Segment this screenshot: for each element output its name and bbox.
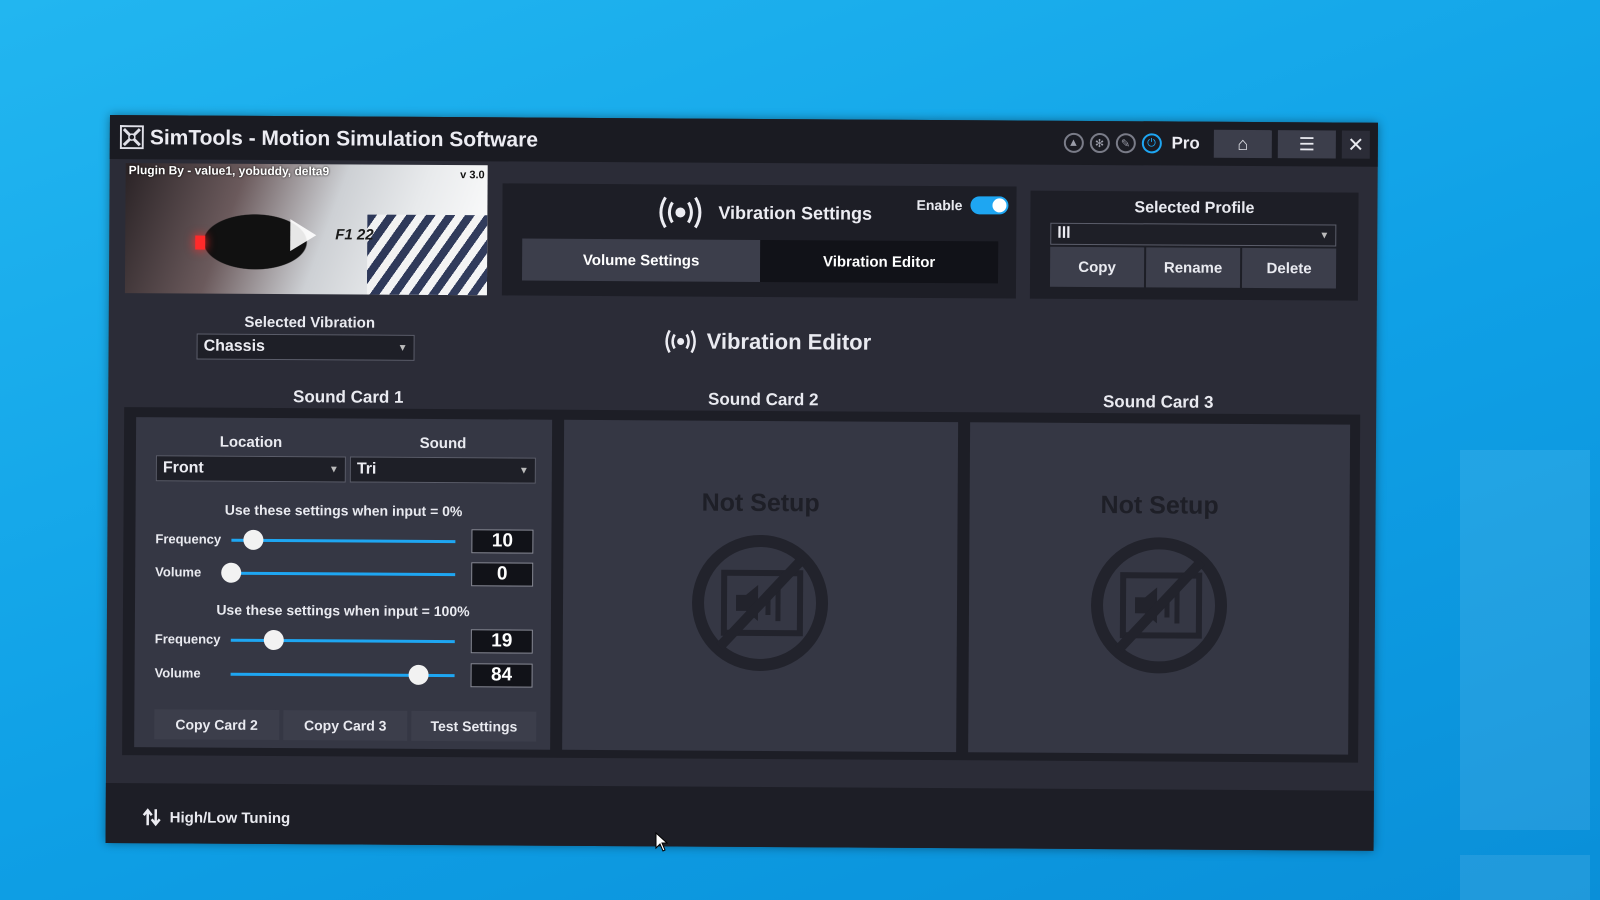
copy-profile-button[interactable]: Copy — [1049, 246, 1145, 288]
sound-value: Tri — [356, 460, 377, 478]
selected-vibration-select[interactable]: Chassis ▼ — [196, 333, 415, 361]
high-input-settings-label: Use these settings when input = 100% — [216, 601, 470, 620]
not-setup-label: Not Setup — [701, 488, 820, 518]
low-input-settings-label: Use these settings when input = 0% — [224, 501, 463, 520]
selected-vibration-label: Selected Vibration — [244, 313, 376, 332]
high-volume-label: Volume — [154, 665, 201, 681]
copy-card-3-button[interactable]: Copy Card 3 — [282, 710, 408, 741]
high-frequency-value[interactable]: 19 — [470, 629, 533, 654]
game-logo: F1 22 — [335, 226, 374, 244]
profile-label: Selected Profile — [1134, 199, 1255, 217]
plugin-banner[interactable]: Plugin By - value1, yobuddy, delta9 v 3.… — [124, 163, 488, 296]
profile-select[interactable]: lll ▼ — [1050, 222, 1337, 247]
chevron-down-icon: ▼ — [1319, 229, 1330, 241]
high-frequency-label: Frequency — [154, 631, 221, 647]
sound-card-disabled-icon — [1091, 537, 1228, 674]
chevron-down-icon: ▼ — [328, 463, 339, 475]
location-value: Front — [162, 459, 204, 477]
app-window: SimTools - Motion Simulation Software ▲ … — [105, 115, 1378, 851]
title-bar[interactable]: SimTools - Motion Simulation Software ▲ … — [109, 115, 1378, 167]
low-volume-label: Volume — [155, 564, 202, 580]
high-volume-slider[interactable] — [230, 664, 455, 685]
high-volume-knob[interactable] — [408, 664, 429, 685]
simtools-logo-icon — [119, 125, 144, 150]
sound-card-2: Not Setup — [562, 419, 959, 753]
selected-vibration-value: Chassis — [203, 337, 266, 355]
mouse-cursor-icon — [655, 832, 669, 852]
desktop-window-shadow — [1460, 450, 1590, 830]
close-button[interactable]: ✕ — [1341, 130, 1370, 159]
vibration-settings-title: Vibration Settings — [718, 202, 873, 224]
desktop-window-shadow — [1460, 855, 1590, 900]
settings-icon[interactable]: ✻ — [1089, 132, 1110, 154]
high-frequency-knob[interactable] — [263, 629, 284, 651]
chevron-down-icon: ▼ — [518, 465, 529, 477]
sound-select[interactable]: Tri ▼ — [349, 456, 536, 484]
low-frequency-value[interactable]: 10 — [471, 529, 534, 554]
home-icon: ⌂ — [1237, 133, 1249, 154]
sound-card-disabled-icon — [692, 534, 829, 671]
high-volume-value[interactable]: 84 — [470, 663, 533, 688]
vibration-icon — [659, 196, 702, 229]
sound-label: Sound — [419, 434, 467, 453]
menu-button[interactable]: ☰ — [1277, 130, 1336, 159]
tab-vibration-editor[interactable]: Vibration Editor — [759, 239, 999, 284]
location-label: Location — [219, 433, 283, 452]
hamburger-icon: ☰ — [1298, 133, 1315, 154]
up-down-arrows-icon — [142, 808, 161, 827]
enable-toggle[interactable] — [970, 196, 1009, 215]
profile-panel: Selected Profile lll ▼ Copy Rename Delet… — [1029, 190, 1359, 301]
sound-card-1-title: Sound Card 1 — [292, 387, 404, 407]
banner-stripes — [366, 214, 488, 296]
enable-label: Enable — [916, 196, 963, 214]
sound-cards-area: Location Sound Front ▼ Tri ▼ Use these s… — [122, 407, 1361, 763]
sound-card-2-title: Sound Card 2 — [707, 389, 819, 410]
vibration-settings-panel: Vibration Settings Enable Volume Setting… — [501, 183, 1017, 299]
enable-control: Enable — [917, 196, 1009, 215]
high-low-tuning-button[interactable]: High/Low Tuning — [142, 807, 291, 828]
footer-bar: High/Low Tuning — [105, 782, 1374, 851]
low-volume-value[interactable]: 0 — [471, 562, 534, 587]
copy-card-2-button[interactable]: Copy Card 2 — [154, 709, 280, 741]
play-icon[interactable] — [290, 219, 317, 252]
high-low-tuning-label: High/Low Tuning — [169, 808, 291, 827]
sound-card-3-title: Sound Card 3 — [1102, 392, 1214, 412]
vibration-tabs: Volume Settings Vibration Editor — [521, 238, 999, 284]
home-button[interactable]: ⌂ — [1213, 129, 1272, 159]
profile-value: lll — [1057, 224, 1071, 242]
upload-icon[interactable]: ▲ — [1063, 132, 1084, 153]
vibration-icon — [665, 329, 696, 354]
chevron-down-icon: ▼ — [397, 342, 408, 354]
low-frequency-slider[interactable] — [231, 529, 456, 550]
tab-volume-settings[interactable]: Volume Settings — [521, 238, 761, 282]
low-volume-slider[interactable] — [221, 562, 456, 583]
not-setup-label: Not Setup — [1100, 491, 1219, 520]
app-title: SimTools - Motion Simulation Software — [149, 126, 539, 152]
plugin-credit: Plugin By - value1, yobuddy, delta9 — [128, 163, 330, 179]
edit-icon[interactable]: ✎ — [1115, 133, 1136, 154]
location-select[interactable]: Front ▼ — [155, 455, 346, 483]
sound-card-3: Not Setup — [968, 422, 1351, 755]
low-frequency-label: Frequency — [155, 531, 222, 547]
sound-card-1: Location Sound Front ▼ Tri ▼ Use these s… — [134, 417, 553, 750]
rain-light — [195, 235, 206, 250]
close-icon: ✕ — [1347, 134, 1365, 157]
high-frequency-slider[interactable] — [230, 629, 455, 651]
power-icon[interactable]: ⏻ — [1141, 133, 1162, 154]
delete-profile-button[interactable]: Delete — [1241, 247, 1337, 289]
low-frequency-knob[interactable] — [243, 529, 264, 550]
test-settings-button[interactable]: Test Settings — [411, 710, 537, 742]
pro-label: Pro — [1171, 133, 1200, 153]
low-volume-knob[interactable] — [221, 562, 242, 583]
plugin-version: v 3.0 — [460, 169, 485, 182]
vibration-editor-heading: Vibration Editor — [663, 328, 872, 355]
vibration-editor-title: Vibration Editor — [706, 328, 872, 355]
rename-profile-button[interactable]: Rename — [1145, 247, 1241, 288]
